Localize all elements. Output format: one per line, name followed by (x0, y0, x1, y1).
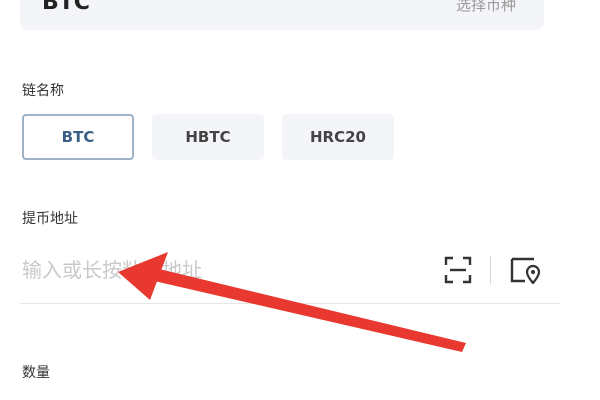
scan-icon[interactable] (444, 256, 472, 284)
withdraw-address-label: 提币地址 (22, 211, 78, 227)
withdraw-page: BTC 选择币种 链名称 BTC HBTC HRC20 提币地址 数量 (0, 0, 600, 400)
quantity-label: 数量 (22, 365, 50, 381)
chain-option-hbtc[interactable]: HBTC (152, 114, 264, 160)
withdraw-address-input[interactable] (22, 250, 422, 290)
chain-option-btc[interactable]: BTC (22, 114, 134, 160)
address-book-icon[interactable] (508, 256, 542, 284)
coin-selector[interactable]: BTC 选择币种 (20, 0, 544, 30)
chain-name-label: 链名称 (22, 83, 64, 99)
chain-option-hrc20[interactable]: HRC20 (282, 114, 394, 160)
coin-name: BTC (42, 0, 90, 15)
address-underline (20, 303, 560, 304)
red-arrow-annotation (118, 252, 466, 352)
chain-options: BTC HBTC HRC20 (22, 114, 394, 160)
icon-divider (490, 256, 491, 284)
coin-switch-link[interactable]: 选择币种 (456, 0, 516, 15)
